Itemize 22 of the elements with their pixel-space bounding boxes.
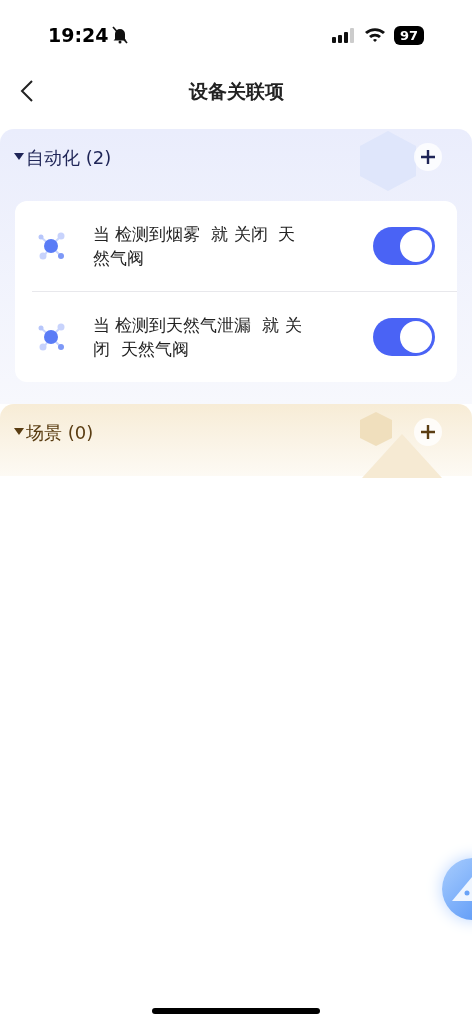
back-icon[interactable] <box>20 80 34 102</box>
add-button[interactable] <box>414 143 442 171</box>
molecule-icon <box>37 323 65 351</box>
section-title: 自动化 (2) <box>26 145 112 170</box>
add-button[interactable] <box>414 418 442 446</box>
toggle-switch[interactable] <box>373 227 435 265</box>
molecule-icon <box>37 232 65 260</box>
muted-bell-icon <box>112 26 129 44</box>
plus-icon <box>420 149 436 165</box>
toggle-switch[interactable] <box>373 318 435 356</box>
caret-down-icon[interactable] <box>14 153 24 161</box>
automation-rule[interactable]: 当 检测到烟雾 就 关闭 天然气阀 <box>93 222 307 270</box>
plus-icon <box>420 424 436 440</box>
battery-indicator: 97 <box>393 25 424 45</box>
automation-rule[interactable]: 当 检测到天然气泄漏 就 关闭 天然气阀 <box>93 313 307 361</box>
section-title: 场景 (0) <box>26 420 94 445</box>
signal-icon <box>331 27 356 43</box>
caret-down-icon[interactable] <box>14 428 24 436</box>
status-time: 19:24 <box>48 22 109 48</box>
page-title: 设备关联项 <box>188 78 284 104</box>
wifi-icon <box>363 27 386 43</box>
triangle-icon <box>452 877 472 901</box>
